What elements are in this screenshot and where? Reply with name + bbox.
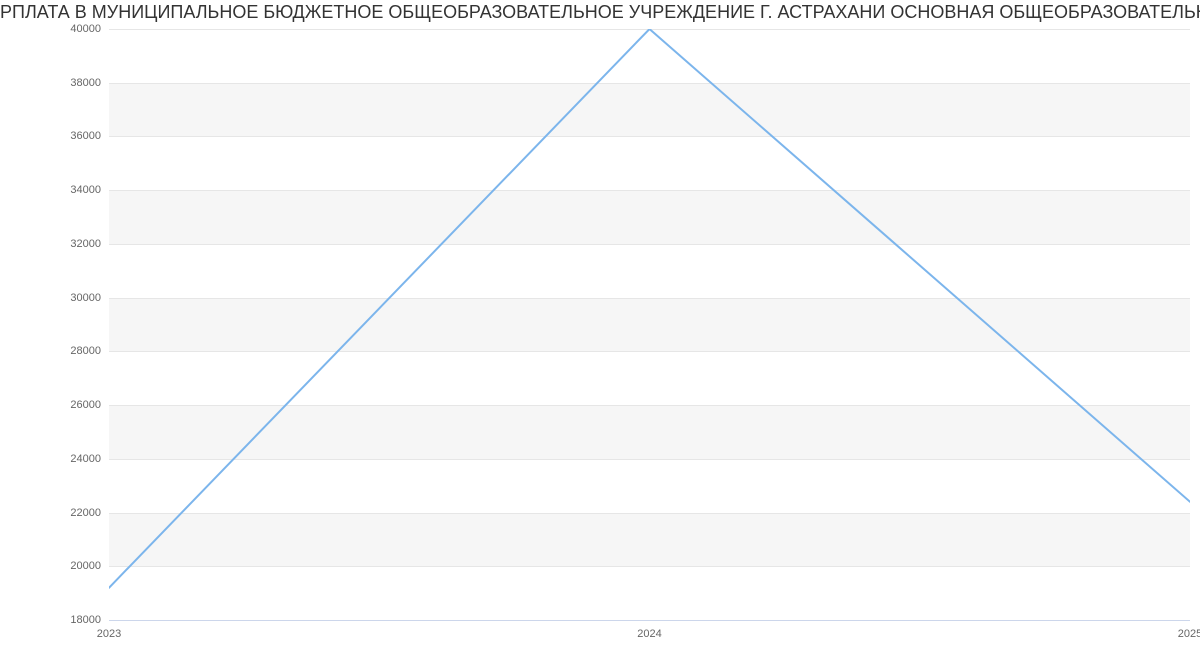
y-tick-label: 28000	[70, 345, 109, 357]
y-tick-label: 20000	[70, 560, 109, 572]
y-tick-label: 22000	[70, 507, 109, 519]
data-line	[109, 29, 1190, 588]
y-tick-label: 36000	[70, 130, 109, 142]
y-tick-label: 40000	[70, 23, 109, 35]
x-tick-label: 2024	[637, 620, 661, 640]
y-tick-label: 30000	[70, 292, 109, 304]
y-tick-label: 24000	[70, 453, 109, 465]
plot-area: 1800020000220002400026000280003000032000…	[109, 29, 1190, 620]
x-tick-label: 2023	[97, 620, 121, 640]
y-tick-label: 34000	[70, 184, 109, 196]
x-tick-label: 2025	[1178, 620, 1200, 640]
chart-title: РПЛАТА В МУНИЦИПАЛЬНОЕ БЮДЖЕТНОЕ ОБЩЕОБР…	[0, 2, 1200, 23]
y-tick-label: 38000	[70, 77, 109, 89]
y-tick-label: 26000	[70, 399, 109, 411]
y-tick-label: 32000	[70, 238, 109, 250]
chart-container: РПЛАТА В МУНИЦИПАЛЬНОЕ БЮДЖЕТНОЕ ОБЩЕОБР…	[0, 0, 1200, 650]
line-canvas	[109, 29, 1190, 620]
